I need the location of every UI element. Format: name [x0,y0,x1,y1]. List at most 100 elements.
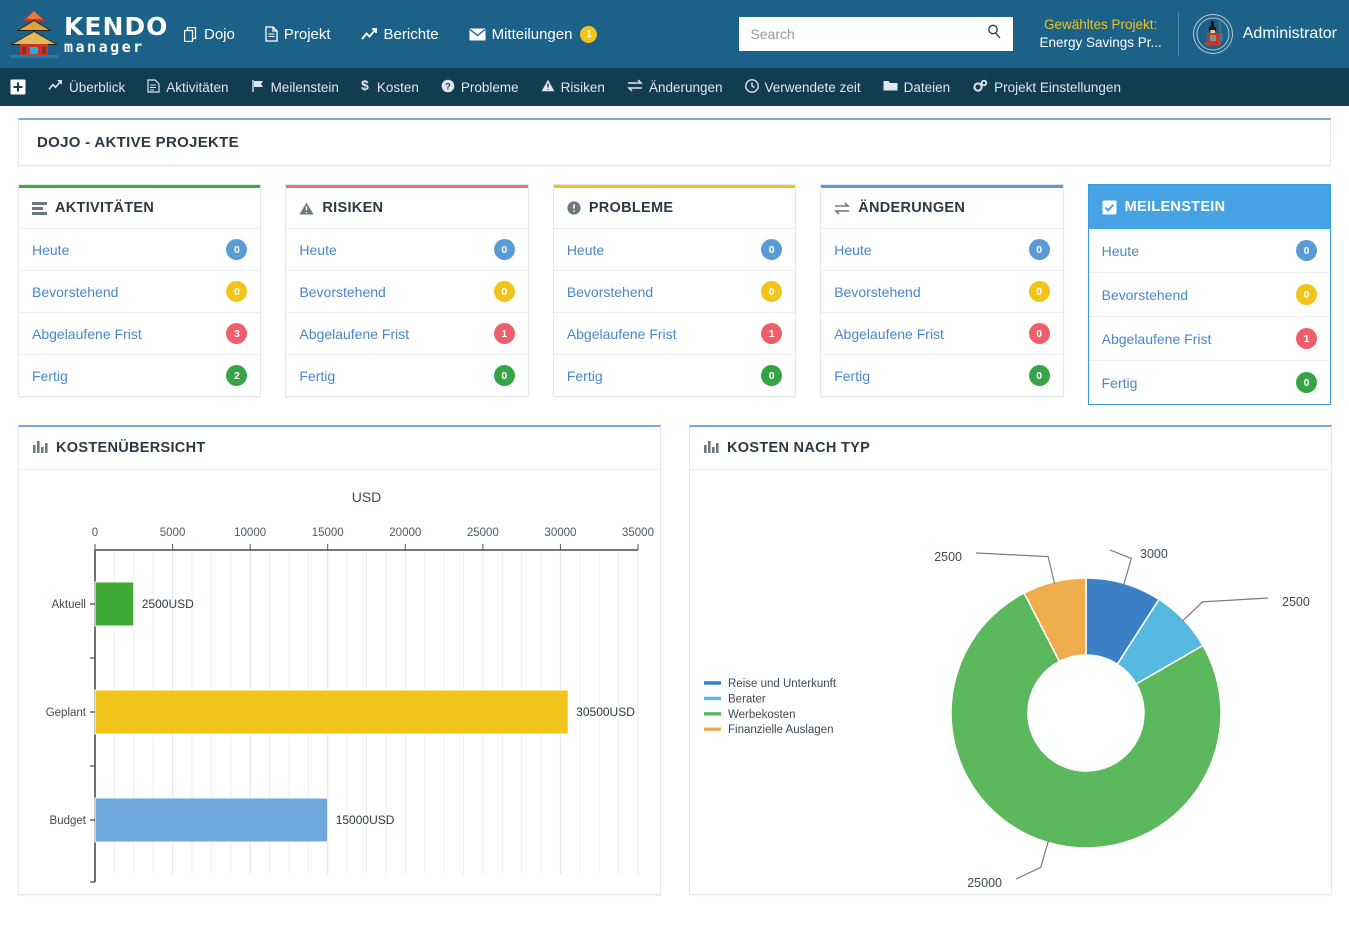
nav-dojo-label: Dojo [204,25,235,43]
card-row: Bevorstehend 0 [286,271,528,313]
user-menu[interactable]: Administrator [1179,14,1349,54]
card-row-link[interactable]: Heute [1102,243,1139,259]
card-row-link[interactable]: Heute [299,242,336,258]
card-row: Bevorstehend 0 [553,271,796,313]
charts-row: KOSTENÜBERSICHT USD 0 5000 10000 15000 20000 2… [18,425,1332,895]
card-row: Fertig 0 [554,355,795,396]
card-row-count-badge: 0 [1296,372,1318,393]
subnav-item-kosten[interactable]: $ Kosten [361,77,419,96]
card-row-link[interactable]: Fertig [567,368,603,384]
svg-text:30500USD: 30500USD [576,705,635,719]
kosten-nach-typ-title: KOSTEN NACH TYP [727,440,871,456]
subnav-item-uberblick[interactable]: Überblick [48,79,125,95]
card-row-link[interactable]: Abgelaufene Frist [32,326,142,342]
card-row-link[interactable]: Abgelaufene Frist [567,326,677,342]
kostenubersicht-chart[interactable]: USD 0 5000 10000 15000 20000 25000 30000 35000 Ak… [19,470,660,894]
selected-project[interactable]: Gewähltes Projekt: Energy Savings Pr... [1039,12,1179,56]
nav-projekt[interactable]: Projekt [265,26,331,43]
app-logo[interactable]: KENDO manager [0,7,168,61]
nav-projekt-label: Projekt [283,25,331,43]
card-row-link[interactable]: Abgelaufene Frist [299,326,409,342]
warning-triangle-icon [541,79,555,95]
subnav-item-risiken[interactable]: Risiken [541,79,605,95]
search-icon[interactable] [987,24,1002,44]
svg-text:15000USD: 15000USD [336,813,395,827]
card-row-count-badge: 0 [226,281,248,302]
card-title: ÄNDERUNGEN [858,200,966,216]
card-row-link[interactable]: Abgelaufene Frist [834,326,944,342]
subnav-item-anderungen[interactable]: Änderungen [627,79,723,95]
card-row-count-badge: 1 [493,323,515,344]
card-title: PROBLEME [588,200,674,216]
card-row-count-badge: 0 [493,239,515,260]
card-row-link[interactable]: Fertig [834,368,870,384]
card-row-link[interactable]: Heute [834,242,871,258]
card-row-link[interactable]: Bevorstehend [32,284,118,300]
question-circle-icon: ? [441,79,455,96]
card-row: Abgelaufene Frist 1 [553,313,796,355]
mitteilungen-badge: 1 [580,25,598,43]
card-row: Heute 0 [1088,229,1331,273]
svg-text:Budget: Budget [50,815,87,827]
card-row-count-badge: 0 [1028,239,1050,260]
card-row: Bevorstehend 0 [19,271,261,313]
card-row: Heute 0 [19,229,261,271]
kostenubersicht-title: KOSTENÜBERSICHT [56,440,206,456]
card-row-count-badge: 0 [1028,323,1050,344]
svg-text:Aktuell: Aktuell [51,599,86,611]
card-row-link[interactable]: Abgelaufene Frist [1102,331,1212,347]
nav-mitteilungen[interactable]: Mitteilungen 1 [469,25,598,43]
logo-subtitle: manager [64,37,145,56]
search-box[interactable] [739,17,1014,51]
kosten-nach-typ-chart[interactable]: 3000 2500 25000 2500 Reise und Unterkunft Ber… [690,470,1331,894]
card-row-link[interactable]: Bevorstehend [567,284,653,300]
exchange-icon [834,201,851,215]
subnav-item-projekt-einstellungen[interactable]: Projekt Einstellungen [972,79,1121,96]
card-row-link[interactable]: Fertig [299,368,335,384]
card-row-count-badge: 1 [761,323,783,344]
plus-square-icon[interactable] [10,79,26,95]
nav-berichte[interactable]: Berichte [360,25,439,43]
nav-berichte-label: Berichte [383,25,439,43]
card-row-count-badge: 0 [761,365,783,386]
card-row-count-badge: 0 [761,281,783,302]
card-title: AKTIVITÄTEN [55,200,155,216]
logo-title: KENDO [64,11,169,41]
subnav-item-dateien[interactable]: Dateien [883,79,950,95]
user-name: Administrator [1242,25,1337,42]
card-row-link[interactable]: Bevorstehend [299,284,385,300]
card-row-link[interactable]: Bevorstehend [1102,287,1188,303]
legend-label[interactable]: Berater [728,693,766,705]
card-row-link[interactable]: Heute [567,242,604,258]
card-row-count-badge: 0 [1028,281,1050,302]
donut-value-label: 3000 [1140,547,1168,561]
legend-label[interactable]: Finanzielle Auslagen [728,724,834,736]
card-row-link[interactable]: Fertig [1102,375,1138,391]
dojo-panel: DOJO - AKTIVE PROJEKTE [18,118,1331,166]
card-row: Fertig 0 [821,355,1062,396]
legend-label[interactable]: Werbekosten [728,709,796,721]
summary-card-aktivitäten: AKTIVITÄTEN Heute 0 Bevorstehend 0 Abgelaufen… [18,184,262,397]
clock-icon [744,78,759,96]
subnav-item-aktivitaten[interactable]: Aktivitäten [147,78,229,96]
subnav-item-verwendete-zeit[interactable]: Verwendete zeit [744,78,861,96]
card-row-link[interactable]: Fertig [32,368,68,384]
card-row-link[interactable]: Heute [32,242,69,258]
search-input[interactable] [750,26,988,42]
svg-text:10000: 10000 [234,527,266,539]
legend-label[interactable]: Reise und Unterkunft [728,678,837,690]
logo-text: KENDO manager [64,14,168,55]
card-row-count-badge: 0 [493,281,515,302]
subnav-item-meilenstein[interactable]: Meilenstein [251,79,339,96]
card-row: Abgelaufene Frist 3 [19,313,261,355]
card-row: Abgelaufene Frist 1 [286,313,528,355]
main-nav: Dojo Projekt Berichte Mitteilungen 1 [184,25,598,43]
subnav-item-probleme[interactable]: ? Probleme [441,79,519,96]
card-row-link[interactable]: Bevorstehend [834,284,920,300]
kosten-nach-typ-panel: KOSTEN NACH TYP 3000 2500 25000 2500 Reise u… [689,425,1332,895]
nav-dojo[interactable]: Dojo [184,26,235,43]
svg-text:?: ? [445,81,451,91]
svg-text:0: 0 [92,527,98,539]
card-header: ÄNDERUNGEN [821,188,1063,229]
kostenubersicht-panel: KOSTENÜBERSICHT USD 0 5000 10000 15000 20000 2… [18,425,661,895]
